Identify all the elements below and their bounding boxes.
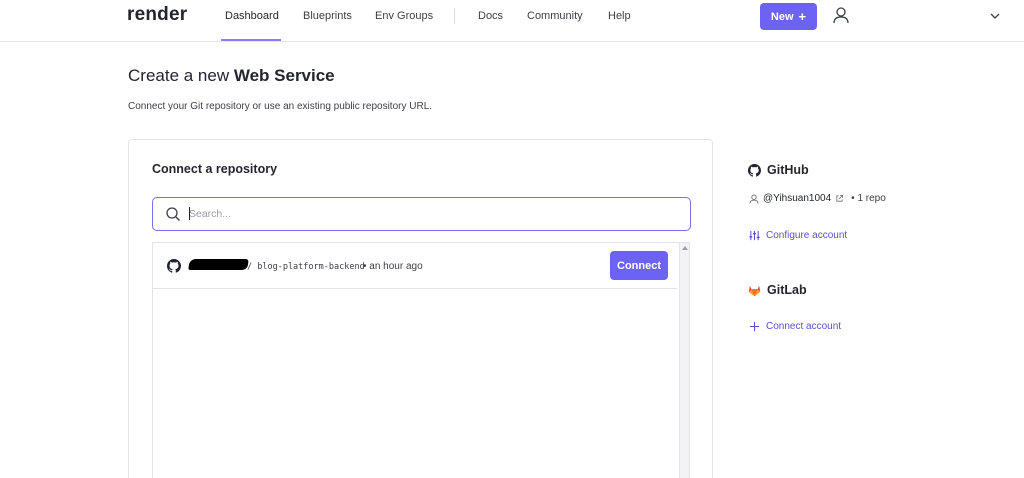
nav-docs[interactable]: Docs [478,10,503,22]
connect-repository-card: Connect a repository / blog-platform-bac… [128,139,713,478]
sliders-icon [749,230,760,241]
repo-search-box[interactable] [152,197,691,231]
configure-account-label: Configure account [766,230,848,241]
nav-blueprints[interactable]: Blueprints [303,10,352,22]
repo-row[interactable]: / blog-platform-backend • an hour ago Co… [153,243,677,289]
page-title-prefix: Create a new [128,66,234,85]
github-icon [167,259,181,273]
gitlab-heading-label: GitLab [767,283,807,297]
repo-list-scrollbar[interactable] [679,243,689,478]
nav-active-underline [221,39,281,41]
scroll-up-arrow-icon[interactable] [682,246,688,250]
user-icon [749,194,759,204]
github-repo-count: • 1 repo [851,193,886,204]
plus-icon [749,321,760,332]
gitlab-heading: GitLab [748,283,807,297]
github-heading: GitHub [748,163,809,177]
new-button-label: New [770,10,794,23]
gitlab-connect-label: Connect account [766,321,842,332]
nav-env-groups[interactable]: Env Groups [375,10,433,22]
page-subtitle: Connect your Git repository or use an ex… [128,101,433,112]
gitlab-icon [748,285,761,296]
github-account-line: @Yihsuan1004 • 1 repo [749,193,886,204]
new-button[interactable]: New + [760,3,817,30]
text-caret [189,207,190,220]
external-link-icon[interactable] [835,194,844,203]
top-nav: render Dashboard Blueprints Env Groups D… [0,0,1024,42]
repo-list[interactable]: / blog-platform-backend • an hour ago Co… [152,242,690,478]
user-avatar-icon[interactable] [832,6,850,24]
repo-updated-time: • an hour ago [363,261,423,272]
configure-account-link[interactable]: Configure account [749,230,847,241]
repo-name: / blog-platform-backend [247,262,365,272]
search-icon [166,207,180,221]
redacted-owner [188,259,249,270]
render-logo[interactable]: render [127,4,187,26]
github-account-name[interactable]: @Yihsuan1004 [763,193,831,204]
nav-community[interactable]: Community [527,10,583,22]
page-title-bold: Web Service [233,66,335,85]
plus-icon: + [798,9,807,24]
chevron-down-icon[interactable] [989,10,1001,22]
nav-help[interactable]: Help [608,10,631,22]
github-heading-label: GitHub [767,163,809,177]
github-icon [748,163,761,177]
nav-divider [454,8,455,24]
search-input[interactable] [189,205,669,223]
page-title: Create a new Web Service [128,66,335,86]
connect-button[interactable]: Connect [610,251,668,280]
gitlab-connect-account-link[interactable]: Connect account [749,321,841,332]
nav-dashboard[interactable]: Dashboard [225,10,279,22]
card-title: Connect a repository [152,162,278,176]
